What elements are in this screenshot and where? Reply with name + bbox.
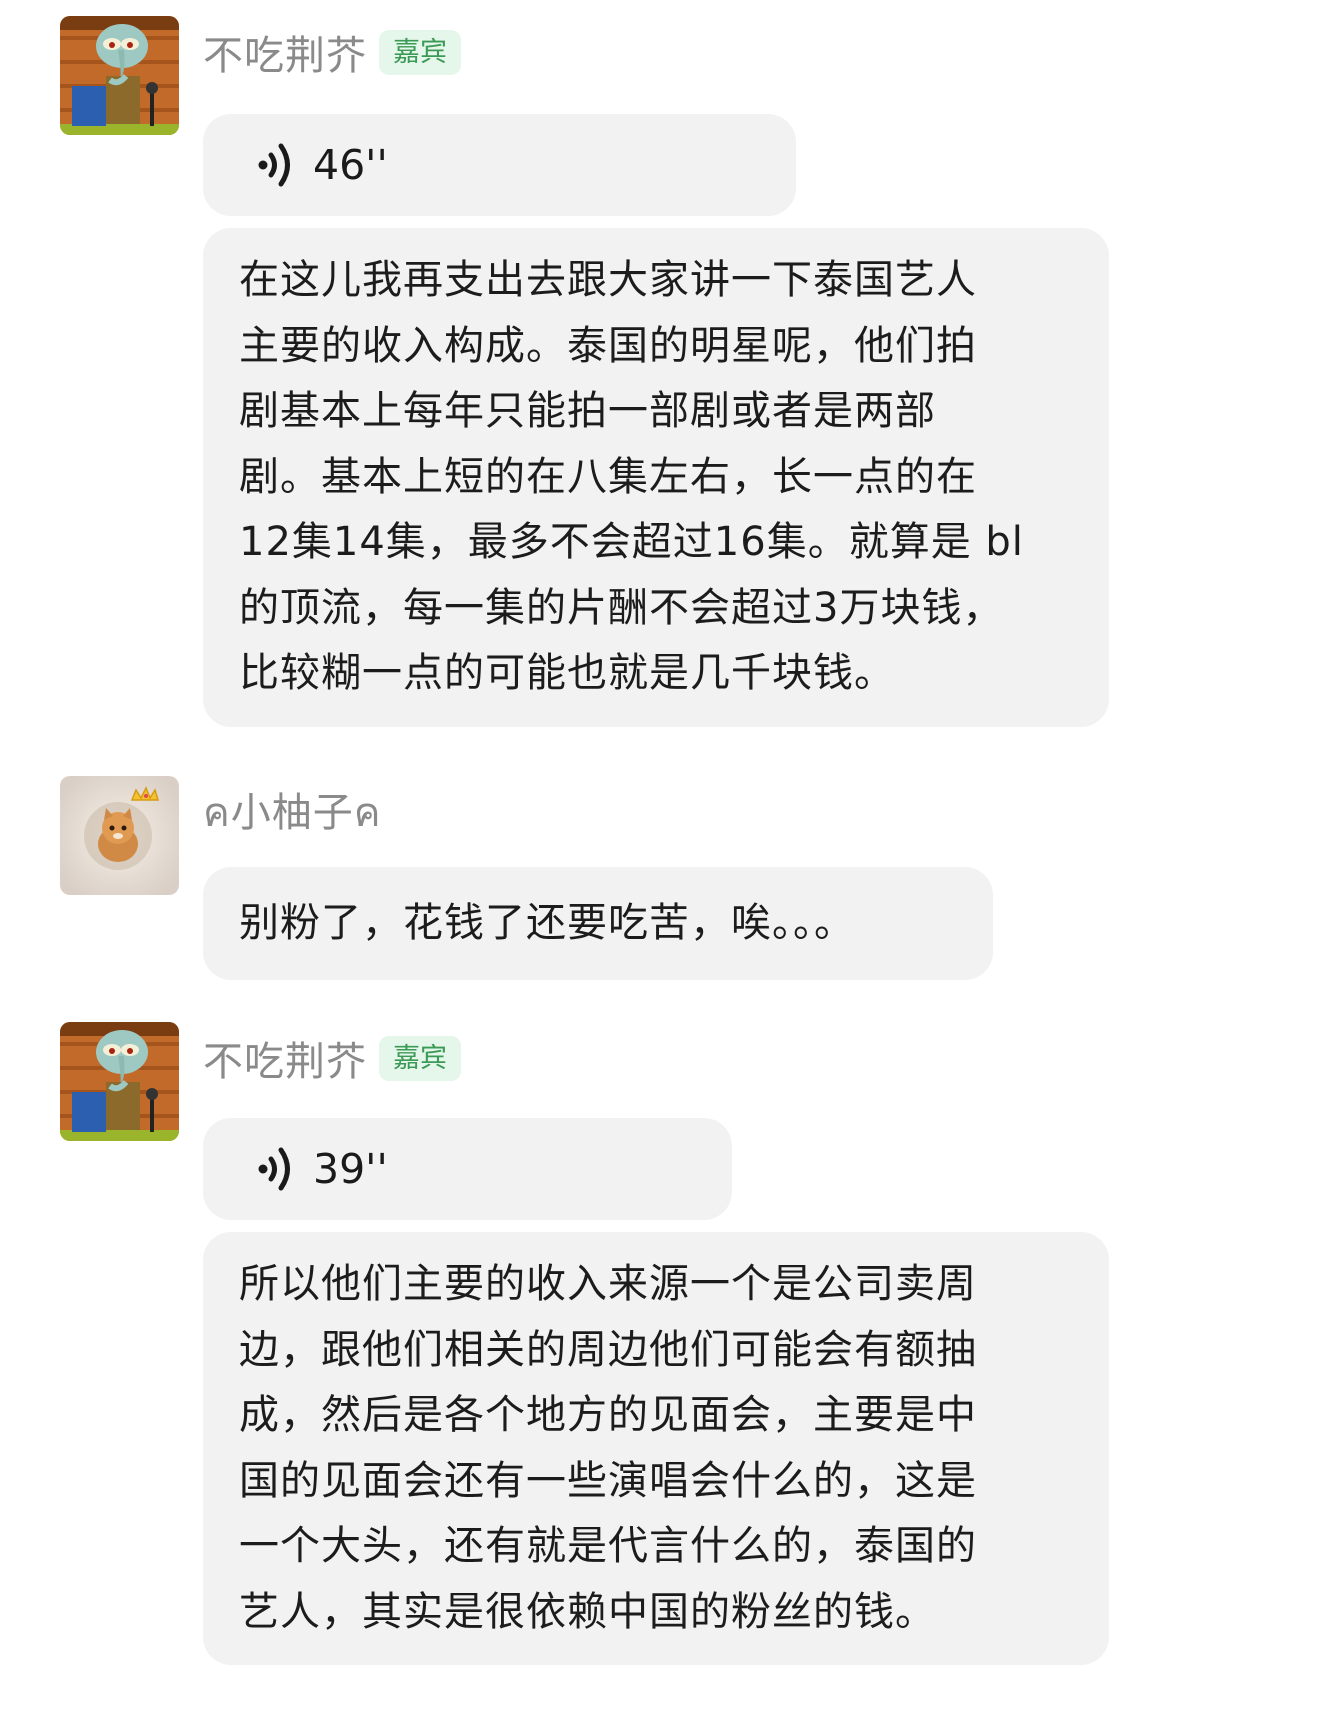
avatar[interactable] bbox=[60, 1022, 179, 1141]
avatar[interactable] bbox=[60, 16, 179, 135]
text-message[interactable]: 别粉了，花钱了还要吃苦，唉。。。 bbox=[203, 867, 993, 980]
sender-name[interactable]: 不吃荆芥 bbox=[203, 1029, 367, 1087]
message-line: 12集14集，最多不会超过16集。就算是 bl bbox=[239, 519, 1024, 565]
text-message[interactable]: 在这儿我再支出去跟大家讲一下泰国艺人 主要的收入构成。泰国的明星呢，他们拍 剧基… bbox=[203, 228, 1109, 727]
voice-duration: 46'' bbox=[313, 141, 388, 189]
sender-name[interactable]: 不吃荆芥 bbox=[203, 23, 367, 81]
sender-row: ค小柚子ค bbox=[203, 784, 382, 840]
sender-row: 不吃荆芥 嘉宾 bbox=[203, 1030, 461, 1086]
message-line: 别粉了，花钱了还要吃苦，唉。。。 bbox=[239, 900, 855, 946]
message-line: 艺人，其实是很依赖中国的粉丝的钱。 bbox=[239, 1588, 936, 1635]
text-message[interactable]: 所以他们主要的收入来源一个是公司卖周 边，跟他们相关的周边他们可能会有额抽 成，… bbox=[203, 1232, 1109, 1665]
sender-row: 不吃荆芥 嘉宾 bbox=[203, 24, 461, 80]
message-line: 成，然后是各个地方的见面会，主要是中 bbox=[239, 1392, 977, 1438]
voice-message[interactable]: 39'' bbox=[203, 1118, 732, 1220]
chat-view: 不吃荆芥 嘉宾 46'' 在这儿我再支出去跟大家讲一下泰国艺人 主要的收入构成。… bbox=[0, 0, 1320, 1715]
guest-badge: 嘉宾 bbox=[379, 1035, 461, 1081]
voice-duration: 39'' bbox=[313, 1145, 388, 1193]
message-line: 边，跟他们相关的周边他们可能会有额抽 bbox=[239, 1326, 977, 1373]
sender-name[interactable]: ค小柚子ค bbox=[203, 780, 382, 844]
message-line: 一个大头，还有就是代言什么的，泰国的 bbox=[239, 1523, 977, 1569]
voice-wave-icon bbox=[253, 1141, 299, 1197]
message-line: 在这儿我再支出去跟大家讲一下泰国艺人 bbox=[239, 257, 977, 303]
guest-badge: 嘉宾 bbox=[379, 29, 461, 75]
message-line: 的顶流，每一集的片酬不会超过3万块钱， bbox=[239, 584, 1004, 631]
message-line: 剧。基本上短的在八集左右，长一点的在 bbox=[239, 453, 977, 500]
message-line: 剧基本上每年只能拍一部剧或者是两部 bbox=[239, 388, 936, 434]
voice-wave-icon bbox=[253, 137, 299, 193]
voice-message[interactable]: 46'' bbox=[203, 114, 796, 216]
message-line: 国的见面会还有一些演唱会什么的，这是 bbox=[239, 1457, 977, 1504]
message-line: 所以他们主要的收入来源一个是公司卖周 bbox=[239, 1261, 977, 1307]
avatar[interactable] bbox=[60, 776, 179, 895]
message-line: 比较糊一点的可能也就是几千块钱。 bbox=[239, 650, 895, 696]
cat-avatar-icon bbox=[60, 776, 179, 895]
squidward-avatar-icon bbox=[60, 16, 179, 135]
squidward-avatar-icon bbox=[60, 1022, 179, 1141]
message-line: 主要的收入构成。泰国的明星呢，他们拍 bbox=[239, 322, 977, 369]
